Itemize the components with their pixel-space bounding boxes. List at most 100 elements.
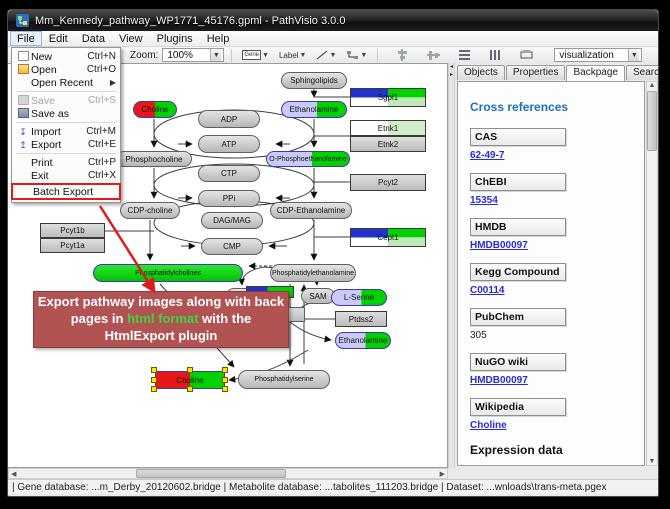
menu-item-shortcut: Ctrl+M xyxy=(86,126,116,137)
pathway-node-sgpl1[interactable]: Sgpl1 xyxy=(350,88,426,107)
pathway-node-cept1[interactable]: Cept1 xyxy=(350,228,426,247)
menu-item-batch-export[interactable]: Batch Export xyxy=(11,183,121,200)
selection-handle[interactable] xyxy=(151,386,157,392)
pathway-node-ethanolamine[interactable]: Ethanolamine xyxy=(335,332,391,349)
import-icon: ↧ xyxy=(15,127,31,137)
pathway-node-ptdss2[interactable]: Ptdss2 xyxy=(335,311,387,327)
pathway-node-pcyt1b[interactable]: Pcyt1b xyxy=(40,223,105,238)
screenshot-root: Mm_Kennedy_pathway_WP1771_45176.gpml - P… xyxy=(0,0,670,509)
common-size-button[interactable] xyxy=(517,48,536,63)
menu-item-open-recent[interactable]: Open Recent▶ xyxy=(13,76,119,89)
menu-item-save[interactable]: SaveCtrl+S xyxy=(13,94,119,107)
pathway-node-l-serine[interactable]: L-Serine xyxy=(331,289,387,306)
pathway-node-etnk2[interactable]: Etnk2 xyxy=(350,136,426,152)
pathway-node-ethanolamine[interactable]: Ethanolamine xyxy=(281,101,347,118)
pathway-node-ctp[interactable]: CTP xyxy=(198,165,260,182)
sidebar-vertical-scrollbar[interactable]: ▲ ▼ xyxy=(646,81,658,466)
scrollbar-thumb[interactable] xyxy=(136,469,286,478)
menubar-item-help[interactable]: Help xyxy=(200,31,237,46)
selection-handle[interactable] xyxy=(151,367,157,373)
pathway-node-etnk1[interactable]: Etnk1 xyxy=(350,120,426,136)
splitter-collapse-icon[interactable]: ◂▸ xyxy=(449,63,454,79)
menu-item-export[interactable]: ↥ExportCtrl+E xyxy=(13,138,119,151)
selection-handle[interactable] xyxy=(187,386,193,392)
pathway-node-adp[interactable]: ADP xyxy=(198,110,260,128)
menubar-item-view[interactable]: View xyxy=(112,31,150,46)
menubar-item-data[interactable]: Data xyxy=(75,31,112,46)
pathway-node-phosphatidylcholines[interactable]: Phosphatidylcholines xyxy=(93,264,243,282)
visualization-combobox[interactable]: visualization ▼ xyxy=(554,48,642,62)
tab-backpage[interactable]: Backpage xyxy=(566,65,624,81)
reference-link-15354[interactable]: 15354 xyxy=(470,195,498,206)
scroll-left-icon[interactable]: ◀ xyxy=(11,470,16,478)
menu-item-print[interactable]: PrintCtrl+P xyxy=(13,156,119,169)
pathway-node-ppi[interactable]: PPi xyxy=(198,190,260,207)
menu-item-exit[interactable]: ExitCtrl+X xyxy=(13,169,119,182)
label-tool-button[interactable]: Label ▼ xyxy=(276,48,310,63)
align-middle-button[interactable] xyxy=(424,48,443,63)
menu-item-shortcut: Ctrl+N xyxy=(87,51,116,62)
menubar-item-edit[interactable]: Edit xyxy=(42,31,75,46)
distribute-rows-button[interactable] xyxy=(455,48,474,63)
panel-splitter[interactable]: ◂▸ xyxy=(448,63,455,468)
cross-references-heading: Cross references xyxy=(470,100,644,114)
menu-item-new[interactable]: NewCtrl+N xyxy=(13,50,119,63)
chevron-down-icon[interactable]: ▼ xyxy=(360,52,367,59)
tab-objects[interactable]: Objects xyxy=(457,65,505,80)
reference-link-c00114[interactable]: C00114 xyxy=(470,285,504,296)
reference-link-choline[interactable]: Choline xyxy=(470,420,507,431)
distribute-columns-button[interactable] xyxy=(486,48,505,63)
scroll-down-icon[interactable]: ▼ xyxy=(649,458,656,465)
zoom-label: Zoom: xyxy=(130,50,158,61)
chevron-down-icon[interactable]: ▼ xyxy=(300,52,307,59)
pathway-node-choline[interactable]: Choline xyxy=(133,101,177,118)
title-bar[interactable]: Mm_Kennedy_pathway_WP1771_45176.gpml - P… xyxy=(8,10,658,31)
menubar-item-file[interactable]: File xyxy=(10,31,42,46)
selection-handle[interactable] xyxy=(222,377,228,383)
distribute-columns-icon xyxy=(489,49,502,61)
pathway-node-phosphatidylserine[interactable]: Phosphatidylserine xyxy=(238,370,330,389)
connector-tool-button[interactable]: ▼ xyxy=(343,48,370,63)
chevron-down-icon[interactable]: ▼ xyxy=(628,49,639,61)
pathway-node-phosphocholine[interactable]: Phosphocholine xyxy=(116,151,192,167)
canvas-horizontal-scrollbar[interactable]: ◀ ▶ xyxy=(8,468,448,479)
chevron-down-icon[interactable]: ▼ xyxy=(210,49,221,61)
pathway-node-atp[interactable]: ATP xyxy=(198,135,260,153)
pathway-node-pcyt1a[interactable]: Pcyt1a xyxy=(40,238,105,253)
selection-handle[interactable] xyxy=(222,386,228,392)
menubar-item-plugins[interactable]: Plugins xyxy=(150,31,200,46)
line-tool-button[interactable]: ▼ xyxy=(313,48,339,63)
pathway-node-cmp[interactable]: CMP xyxy=(201,238,263,255)
tab-properties[interactable]: Properties xyxy=(506,65,566,80)
pathway-node-pcyt2[interactable]: Pcyt2 xyxy=(350,174,426,191)
app-icon xyxy=(16,14,29,27)
pathway-node-sphingolipids[interactable]: Sphingolipids xyxy=(281,72,347,89)
chevron-down-icon[interactable]: ▼ xyxy=(329,52,336,59)
scroll-right-icon[interactable]: ▶ xyxy=(440,470,445,478)
reference-link-hmdb00097[interactable]: HMDB00097 xyxy=(470,375,528,386)
zoom-combobox[interactable]: 100% ▼ xyxy=(162,48,224,62)
reference-link-hmdb00097[interactable]: HMDB00097 xyxy=(470,240,528,251)
window-title: Mm_Kennedy_pathway_WP1771_45176.gpml - P… xyxy=(35,15,345,27)
selection-handle[interactable] xyxy=(222,367,228,373)
gene-node-tool-button[interactable]: Gene ▼ xyxy=(239,48,272,63)
pathway-node-dag-mag[interactable]: DAG/MAG xyxy=(201,212,263,229)
pathway-node-sam[interactable]: SAM xyxy=(301,288,335,304)
menu-item-open[interactable]: OpenCtrl+O xyxy=(13,63,119,76)
pathway-node-cdp-ethanolamine[interactable]: CDP-Ethanolamine xyxy=(270,202,352,219)
scrollbar-thumb[interactable] xyxy=(647,91,657,151)
selection-handle[interactable] xyxy=(151,377,157,383)
menu-item-save-as[interactable]: Save as xyxy=(13,107,119,120)
align-center-button[interactable] xyxy=(393,48,412,63)
menu-item-shortcut: Ctrl+P xyxy=(88,157,116,168)
reference-link-62-49-7[interactable]: 62-49-7 xyxy=(470,150,504,161)
scroll-up-icon[interactable]: ▲ xyxy=(649,82,656,89)
pathway-node-o-phosphoethanolamine[interactable]: O-Phosphoethanolamine xyxy=(266,151,350,167)
callout-line1: Export pathway images along with back xyxy=(38,294,284,309)
menu-item-import[interactable]: ↧ImportCtrl+M xyxy=(13,125,119,138)
chevron-down-icon[interactable]: ▼ xyxy=(262,52,269,59)
tab-search[interactable]: Search xyxy=(626,65,659,80)
selection-handle[interactable] xyxy=(187,367,193,373)
pathway-node-cdp-choline[interactable]: CDP-choline xyxy=(120,202,180,219)
pathway-node-phosphatidylethanolamine[interactable]: Phosphatidylethanolamine xyxy=(270,264,356,282)
